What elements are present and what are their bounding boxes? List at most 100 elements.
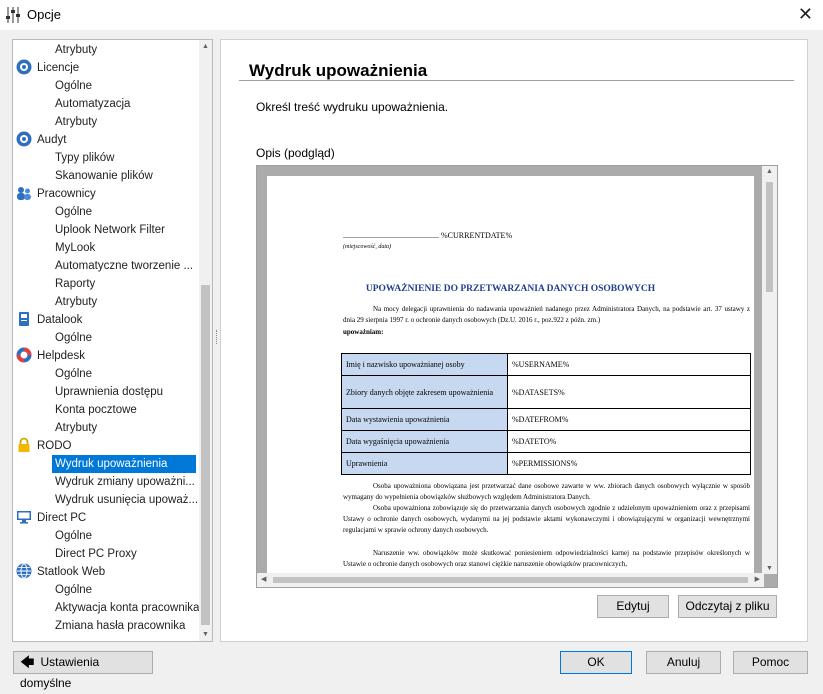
document-preview[interactable]: ........................................… [256,165,778,588]
ok-button[interactable]: OK [560,651,632,674]
scroll-right-icon[interactable]: ▶ [755,575,760,583]
tree-item-label: Audyt [37,134,67,146]
tree-item-label: Ogólne [55,80,93,92]
tree-item-label: Wydruk zmiany upoważni... [55,476,195,488]
tree-item[interactable]: Direct PC [16,509,86,527]
tree-item[interactable]: Automatyzacja [52,95,130,113]
tree-item[interactable]: RODO [16,437,72,455]
doc-table-value: %DATEFROM% [507,408,751,431]
doc-table-key: Uprawnienia [341,452,508,475]
tree-item[interactable]: Skanowanie plików [52,167,153,185]
lock-icon [16,437,32,453]
tree-item[interactable]: Aktywacja konta pracownika [52,599,199,617]
tree-item[interactable]: Ogólne [52,203,92,221]
tree-item[interactable]: Atrybuty [52,113,97,131]
title-divider [239,80,794,81]
tree-item[interactable]: Ogólne [52,581,92,599]
helpdesk-icon [16,347,32,363]
preview-vscroll-thumb[interactable] [766,182,773,292]
tree-item[interactable]: Helpdesk [16,347,85,365]
edit-button[interactable]: Edytuj [597,595,669,618]
scroll-down-icon[interactable]: ▼ [766,565,773,572]
tree-item[interactable]: Audyt [16,131,66,149]
doc-paragraph-2: Osoba upoważniona zobowiązuje się do prz… [343,504,750,534]
tree-item[interactable]: Ogólne [52,77,92,95]
tree-scrollbar-thumb[interactable] [201,285,210,625]
statlook-web-icon [16,563,32,579]
tree-item-label: Automatyzacja [55,98,131,110]
tree-item[interactable]: Raporty [52,275,95,293]
tree-item[interactable]: Konta pocztowe [52,401,137,419]
tree-item-label: Raporty [55,278,96,290]
tree-item-label: Pracownicy [37,188,96,200]
tree-item-label: Uplook Network Filter [55,224,165,236]
licence-disc-icon [16,59,32,75]
tree-item[interactable]: Ogólne [52,365,92,383]
doc-table: Imię i nazwisko upoważnianej osoby %USERN… [341,353,751,475]
doc-table-key: Zbiory danych objęte zakresem upoważnien… [341,375,508,409]
splitter[interactable] [216,330,218,344]
tree-item-label: Licencje [37,62,80,74]
tree-item[interactable]: Atrybuty [52,293,97,311]
scroll-left-icon[interactable]: ◀ [261,575,266,583]
tree-item[interactable]: Datalook [16,311,82,329]
doc-paragraph-1: Osoba upoważniona obowiązana jest przetw… [343,482,750,501]
tree-item[interactable]: Automatyczne tworzenie ... [52,257,193,275]
preview-vscrollbar[interactable]: ▲ ▼ [762,166,777,574]
tree-item[interactable]: Ogólne [52,329,92,347]
options-tree[interactable]: Atrybuty Licencje Ogólne Automatyzacja Atryb… [12,39,213,642]
main-panel: Wydruk upoważnienia Określ treść wydruku… [220,39,808,642]
preview-label: Opis (podgląd) [256,146,335,160]
tree-item[interactable]: Atrybuty [52,41,97,59]
tree-item[interactable]: Uprawnienia dostępu [52,383,163,401]
doc-table-row: Zbiory danych objęte zakresem upoważnien… [341,375,751,409]
cancel-button[interactable]: Anuluj [646,651,721,674]
users-icon [16,185,32,201]
tree-item[interactable]: Typy plików [52,149,114,167]
tree-item[interactable]: Licencje [16,59,79,77]
preview-hscrollbar[interactable]: ◀ ▶ [257,573,764,587]
scroll-up-icon[interactable]: ▲ [202,43,209,50]
tree-item[interactable]: Wydruk zmiany upoważni... [52,473,195,491]
tree-item[interactable]: Zmiana hasła pracownika [52,617,185,635]
tree-item-label: Atrybuty [55,116,98,128]
tree-item-label: Zmiana hasła pracownika [55,620,186,632]
scroll-up-icon[interactable]: ▲ [766,168,773,175]
preview-hscroll-thumb[interactable] [273,577,748,583]
tree-item-label: Ogólne [55,206,93,218]
tree-item-label: Konta pocztowe [55,404,137,416]
doc-table-row: Data wygaśnięcia upoważnienia %DATETO% [341,430,751,453]
doc-table-key: Data wystawienia upoważnienia [341,408,508,431]
tree-item-label: Skanowanie plików [55,170,153,182]
tree-item-label: Direct PC [37,512,87,524]
tree-item[interactable]: Uplook Network Filter [52,221,165,239]
tree-item[interactable]: Pracownicy [16,185,96,203]
close-icon[interactable]: ✕ [798,4,813,25]
title-bar: Opcje ✕ [0,0,823,30]
doc-place-line: (miejscowość, data) [343,244,391,250]
tree-item[interactable]: Wydruk upoważnienia [52,455,196,473]
page-title: Wydruk upoważnienia [249,61,428,80]
datalook-icon [16,311,32,327]
doc-table-row: Data wystawienia upoważnienia %DATEFROM% [341,408,751,431]
tree-item-label: Uprawnienia dostępu [55,386,164,398]
load-from-file-button[interactable]: Odczytaj z pliku [678,595,777,618]
tree-item[interactable]: Atrybuty [52,419,97,437]
tree-item-label: Aktywacja konta pracownika [55,602,200,614]
doc-intro: Na mocy delegacji uprawnienia do nadawan… [343,305,750,324]
tree-item[interactable]: Direct PC Proxy [52,545,137,563]
scroll-down-icon[interactable]: ▼ [202,631,209,638]
tree-item-label: Helpdesk [37,350,85,362]
tree-scrollbar[interactable]: ▲ ▼ [199,40,212,641]
tree-item[interactable]: Ogólne [52,527,92,545]
tree-item-label: Automatyczne tworzenie ... [55,260,194,272]
document-page: ........................................… [267,176,754,576]
tree-item[interactable]: Wydruk usunięcia upoważ... [52,491,198,509]
tree-item[interactable]: Statlook Web [16,563,105,581]
restore-defaults-button[interactable]: 🡄 Ustawienia domyślne [13,651,153,690]
help-button[interactable]: Pomoc [733,651,808,674]
tree-item-label: Wydruk upoważnienia [55,458,168,470]
tree-item[interactable]: MyLook [52,239,95,257]
tree-item-label: RODO [37,440,72,452]
tree-item-label: Atrybuty [55,422,98,434]
